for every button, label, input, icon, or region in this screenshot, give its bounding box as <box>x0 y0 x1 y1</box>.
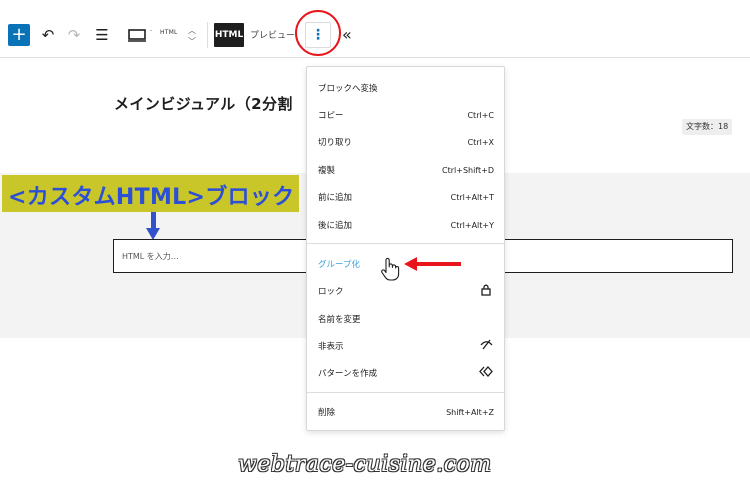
menu-item-rename[interactable]: 名前を変更 <box>307 306 504 332</box>
hand-pointer-icon <box>380 257 400 281</box>
arrow-left-icon <box>404 257 417 271</box>
collapse-toolbar-icon[interactable]: « <box>342 25 352 44</box>
menu-item-delete[interactable]: 削除 Shift+Alt+Z <box>307 399 504 425</box>
menu-item-duplicate[interactable]: 複製 Ctrl+Shift+D <box>307 157 504 183</box>
preview-tab[interactable]: プレビュー <box>250 28 295 41</box>
document-outline-icon[interactable]: ☰ <box>92 25 112 45</box>
menu-item-insert-after[interactable]: 後に追加 Ctrl+Alt+Y <box>307 212 504 238</box>
block-options-menu: ブロックへ変換 コピー Ctrl+C 切り取り Ctrl+X 複製 Ctrl+Shif… <box>306 66 505 431</box>
menu-item-cut[interactable]: 切り取り Ctrl+X <box>307 129 504 155</box>
toolbar-divider <box>207 22 208 48</box>
html-block-button[interactable]: HTML <box>214 23 244 47</box>
menu-item-create-pattern[interactable]: パターンを作成 <box>307 360 504 386</box>
character-count-badge: 文字数：18 <box>682 119 733 135</box>
menu-item-insert-before[interactable]: 前に追加 Ctrl+Alt+T <box>307 184 504 210</box>
move-up-down-icon[interactable]: ︿ ﹀ <box>185 22 199 50</box>
pattern-icon <box>478 366 494 380</box>
menu-divider <box>307 243 504 244</box>
menu-item-transform[interactable]: ブロックへ変換 <box>307 75 504 101</box>
menu-divider <box>307 392 504 393</box>
menu-item-lock[interactable]: ロック <box>307 278 504 304</box>
chevron-down-icon[interactable]: ﹀ <box>188 36 196 47</box>
editor-page: + ↶ ↷ ☰ · HTML ︿ ﹀ HTML プレビュー ⋮ « メインビジュ… <box>0 0 750 481</box>
undo-icon[interactable]: ↶ <box>38 25 58 45</box>
menu-item-hide[interactable]: 非表示 <box>307 333 504 359</box>
callout-label: <カスタムHTML>ブロック <box>8 185 295 210</box>
device-preview-icon[interactable] <box>124 23 150 47</box>
site-watermark: webtrace-cuisine.com <box>238 452 492 477</box>
page-heading[interactable]: メインビジュアル（2分割 <box>114 93 293 114</box>
block-type-label: HTML <box>160 29 178 36</box>
top-toolbar: + ↶ ↷ ☰ · HTML ︿ ﹀ HTML プレビュー ⋮ « <box>0 0 750 58</box>
red-arrow-shaft <box>416 262 461 266</box>
lock-icon <box>478 284 494 299</box>
redo-icon[interactable]: ↷ <box>64 25 84 45</box>
menu-item-copy[interactable]: コピー Ctrl+C <box>307 102 504 128</box>
device-separator: · <box>150 27 153 35</box>
add-block-button[interactable]: + <box>8 24 30 46</box>
chevron-up-icon[interactable]: ︿ <box>188 25 196 36</box>
highlight-circle <box>295 10 341 56</box>
eye-off-icon <box>478 339 494 353</box>
